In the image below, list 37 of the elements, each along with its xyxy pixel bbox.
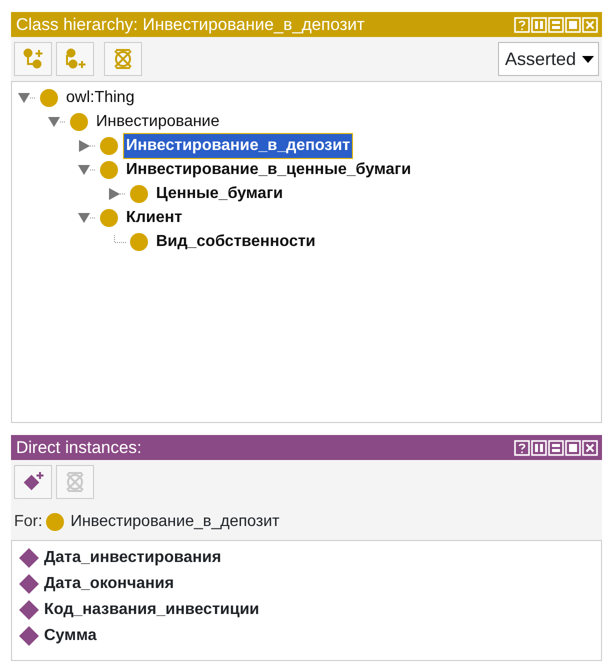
- instance-item[interactable]: Дата_инвестирования: [44, 546, 222, 570]
- split-vertical-icon[interactable]: [531, 440, 547, 456]
- class-icon: [100, 137, 118, 155]
- class-icon: [100, 161, 118, 179]
- class-icon: [70, 113, 88, 131]
- class-icon: [130, 233, 148, 251]
- tree-item[interactable]: Инвестирование_в_депозит: [124, 134, 352, 158]
- split-horizontal-icon[interactable]: [548, 440, 564, 456]
- tree-item[interactable]: Ценные_бумаги: [154, 182, 285, 206]
- instance-item[interactable]: Дата_окончания: [44, 572, 174, 596]
- tree-item[interactable]: Клиент: [124, 206, 184, 230]
- tree-item[interactable]: Вид_собственности: [154, 230, 318, 254]
- tree-item[interactable]: Инвестирование: [94, 110, 222, 134]
- tree-item[interactable]: Инвестирование_в_ценные_бумаги: [124, 158, 414, 182]
- class-name: Инвестирование_в_депозит: [70, 512, 280, 532]
- close-icon[interactable]: [582, 440, 598, 456]
- add-individual-button[interactable]: [14, 465, 52, 499]
- instance-item[interactable]: Сумма: [44, 624, 97, 648]
- add-sibling-icon: [63, 47, 87, 71]
- delete-button[interactable]: [104, 42, 142, 76]
- help-icon[interactable]: [514, 440, 530, 456]
- dropdown-caret-icon: [582, 56, 594, 62]
- class-icon: [100, 209, 118, 227]
- for-label: For:: [14, 512, 42, 532]
- add-subclass-icon: [21, 47, 45, 71]
- tree-item[interactable]: owl:Thing: [64, 86, 136, 110]
- panel-title: Class hierarchy: Инвестирование_в_депозит: [16, 14, 365, 36]
- class-icon: [130, 185, 148, 203]
- class-icon: [46, 513, 64, 531]
- tree-line: [114, 235, 126, 243]
- instance-item[interactable]: Код_названия_инвестиции: [44, 598, 260, 622]
- panel-title: Direct instances:: [16, 436, 142, 459]
- class-icon: [40, 89, 58, 107]
- add-sibling-button[interactable]: [56, 42, 94, 76]
- view-dropdown[interactable]: Asserted: [498, 42, 599, 76]
- add-subclass-button[interactable]: [14, 42, 52, 76]
- maximize-icon[interactable]: [565, 440, 581, 456]
